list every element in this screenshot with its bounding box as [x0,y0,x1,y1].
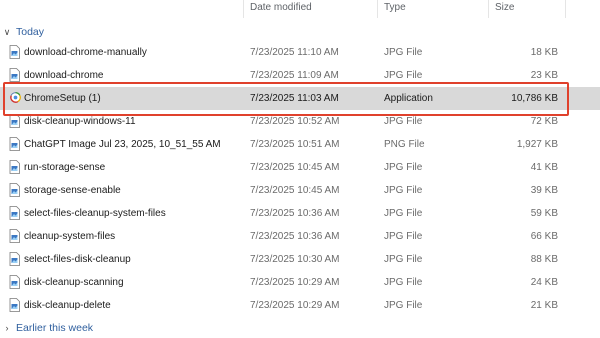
file-date-modified: 7/23/2025 10:45 AM [250,162,340,173]
file-date-modified: 7/23/2025 11:03 AM [250,93,339,104]
column-header-bar: Date modified Type Size [0,0,600,18]
column-header-size[interactable]: Size [495,2,514,13]
file-row[interactable]: download-chrome 7/23/2025 11:09 AM JPG Fil… [0,64,600,87]
chevron-right-icon: › [5,323,9,333]
file-type: JPG File [384,300,423,311]
file-row[interactable]: select-files-disk-cleanup 7/23/2025 10:30… [0,248,600,271]
file-name: run-storage-sense [24,162,106,173]
group-label: Earlier this week [16,322,94,334]
column-divider[interactable] [488,0,489,18]
file-name: cleanup-system-files [24,231,116,242]
file-date-modified: 7/23/2025 10:29 AM [250,277,340,288]
file-size: 18 KB [530,47,558,58]
file-size: 88 KB [530,254,558,265]
file-date-modified: 7/23/2025 10:29 AM [250,300,340,311]
file-row[interactable]: cleanup-system-files 7/23/2025 10:36 AM JP… [0,225,600,248]
file-name: disk-cleanup-windows-11 [24,116,136,127]
chevron-down-icon: ∨ [3,26,11,37]
column-divider[interactable] [565,0,566,18]
file-size: 41 KB [530,162,558,173]
column-divider[interactable] [377,0,378,18]
file-date-modified: 7/23/2025 10:30 AM [250,254,340,265]
file-name: download-chrome [24,70,104,81]
file-size: 39 KB [530,185,558,196]
file-date-modified: 7/23/2025 11:10 AM [250,47,339,58]
file-date-modified: 7/23/2025 11:09 AM [250,70,339,81]
group-label: Today [16,26,45,38]
file-row[interactable]: disk-cleanup-windows-11 7/23/2025 10:52 A… [0,110,600,133]
file-row[interactable]: disk-cleanup-scanning 7/23/2025 10:29 AM J… [0,271,600,294]
group-header-earlier-this-week[interactable]: › Earlier this week [0,320,300,336]
file-date-modified: 7/23/2025 10:52 AM [250,116,340,127]
file-type: JPG File [384,47,423,58]
file-type: PNG File [384,139,425,150]
file-name: disk-cleanup-scanning [24,277,124,288]
file-name: disk-cleanup-delete [24,300,111,311]
column-divider[interactable] [243,0,244,18]
file-type: JPG File [384,162,423,173]
file-row[interactable]: select-files-cleanup-system-files 7/23/20… [0,202,600,225]
file-name: ChatGPT Image Jul 23, 2025, 10_51_55 AM [24,139,221,150]
file-name: storage-sense-enable [24,185,121,196]
file-name: select-files-cleanup-system-files [24,208,166,219]
file-type: JPG File [384,231,423,242]
file-type: JPG File [384,185,423,196]
file-type: JPG File [384,70,423,81]
file-row[interactable]: ChromeSetup (1) 7/23/2025 11:03 AM Applica… [0,87,600,110]
file-size: 21 KB [530,300,558,311]
file-row[interactable]: download-chrome-manually 7/23/2025 11:10 … [0,41,600,64]
file-size: 59 KB [530,208,558,219]
file-size: 66 KB [530,231,558,242]
file-row[interactable]: disk-cleanup-delete 7/23/2025 10:29 AM JPG… [0,294,600,317]
file-row[interactable]: run-storage-sense 7/23/2025 10:45 AM JPG F… [0,156,600,179]
file-size: 1,927 KB [516,139,558,150]
file-type: Application [384,93,433,104]
file-name: select-files-disk-cleanup [24,254,131,265]
file-date-modified: 7/23/2025 10:45 AM [250,185,340,196]
file-size: 10,786 KB [511,93,558,104]
file-size: 24 KB [530,277,558,288]
file-date-modified: 7/23/2025 10:36 AM [250,208,340,219]
file-type: JPG File [384,277,423,288]
file-type: JPG File [384,208,423,219]
file-name: download-chrome-manually [24,47,147,58]
file-size: 72 KB [530,116,558,127]
file-size: 23 KB [530,70,558,81]
file-type: JPG File [384,116,423,127]
file-row[interactable]: ChatGPT Image Jul 23, 2025, 10_51_55 AM 7… [0,133,600,156]
column-header-date[interactable]: Date modified [250,2,312,13]
file-row[interactable]: storage-sense-enable 7/23/2025 10:45 AM JP… [0,179,600,202]
column-header-type[interactable]: Type [384,2,406,13]
file-date-modified: 7/23/2025 10:36 AM [250,231,340,242]
file-name: ChromeSetup (1) [24,93,101,104]
file-date-modified: 7/23/2025 10:51 AM [250,139,340,150]
group-header-today[interactable]: ∨ Today [0,24,300,40]
file-type: JPG File [384,254,423,265]
